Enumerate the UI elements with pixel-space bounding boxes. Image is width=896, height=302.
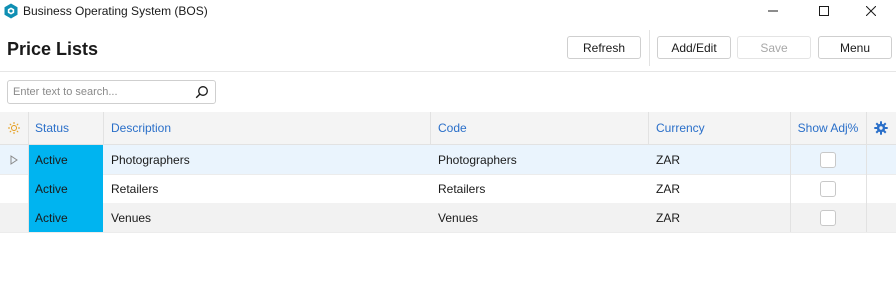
column-divider: [866, 145, 867, 174]
currency-cell: ZAR: [656, 210, 680, 225]
column-header-description[interactable]: Description: [103, 112, 430, 144]
minimize-button[interactable]: [750, 0, 796, 22]
column-header-status[interactable]: Status: [28, 112, 103, 144]
table-row[interactable]: Active Retailers Retailers ZAR: [0, 174, 896, 204]
save-button[interactable]: Save: [737, 36, 811, 59]
column-chooser[interactable]: [0, 112, 28, 144]
column-divider: [790, 145, 791, 174]
show-adj-checkbox[interactable]: [820, 151, 836, 168]
search-icon[interactable]: [195, 85, 209, 99]
column-header-show-adj[interactable]: Show Adj%: [790, 112, 866, 144]
menu-button[interactable]: Menu: [818, 36, 892, 59]
column-divider: [648, 112, 649, 144]
show-adj-cell: [790, 174, 866, 203]
table-row[interactable]: Active Venues Venues ZAR: [0, 203, 896, 233]
show-adj-cell: [790, 145, 866, 174]
code-cell: Photographers: [438, 152, 517, 167]
header-divider: [0, 71, 896, 72]
show-adj-checkbox[interactable]: [820, 209, 836, 226]
column-divider: [28, 145, 29, 174]
description-cell: Retailers: [111, 181, 159, 196]
show-adj-cell: [790, 203, 866, 232]
maximize-button[interactable]: [801, 0, 847, 22]
search-input[interactable]: [13, 84, 188, 100]
code-cell: Retailers: [438, 181, 486, 196]
search-box[interactable]: [7, 80, 216, 104]
close-icon: [866, 6, 876, 16]
column-divider: [28, 112, 29, 144]
toolbar-divider: [649, 30, 650, 66]
grid-header: Status Description Code Currency Show Ad…: [0, 112, 896, 145]
refresh-button[interactable]: Refresh: [567, 36, 641, 59]
gear-icon: [874, 121, 888, 135]
close-button[interactable]: [848, 0, 894, 22]
description-cell: Venues: [111, 210, 152, 225]
column-header-code[interactable]: Code: [430, 112, 648, 144]
row-indicator: [0, 145, 28, 174]
row-indicator: [0, 203, 28, 232]
currency-cell: ZAR: [656, 181, 680, 196]
column-divider: [28, 174, 29, 203]
status-cell: Active: [28, 174, 103, 203]
add-edit-button[interactable]: Add/Edit: [657, 36, 731, 59]
column-header-currency[interactable]: Currency: [648, 112, 790, 144]
grid-settings-button[interactable]: [866, 112, 896, 144]
status-cell: Active: [28, 145, 103, 174]
column-divider: [866, 174, 867, 203]
show-adj-checkbox[interactable]: [820, 180, 836, 197]
page-title: Price Lists: [7, 39, 99, 59]
window-title: Business Operating System (BOS): [23, 4, 208, 18]
triangle-right-icon: [10, 154, 18, 165]
hexagon-logo-icon: [4, 3, 18, 19]
column-divider: [430, 112, 431, 144]
column-divider: [866, 203, 867, 232]
table-row[interactable]: Active Photographers Photographers ZAR: [0, 145, 896, 175]
currency-cell: ZAR: [656, 152, 680, 167]
minimize-icon: [768, 10, 778, 12]
column-divider: [790, 174, 791, 203]
column-divider: [103, 112, 104, 144]
sun-icon: [8, 122, 20, 134]
code-cell: Venues: [438, 210, 479, 225]
title-bar: Business Operating System (BOS): [0, 0, 896, 22]
row-indicator: [0, 174, 28, 203]
column-divider: [28, 203, 29, 232]
maximize-icon: [819, 6, 829, 16]
column-divider: [866, 112, 867, 144]
description-cell: Photographers: [111, 152, 190, 167]
column-divider: [790, 112, 791, 144]
status-cell: Active: [28, 203, 103, 232]
column-divider: [790, 203, 791, 232]
